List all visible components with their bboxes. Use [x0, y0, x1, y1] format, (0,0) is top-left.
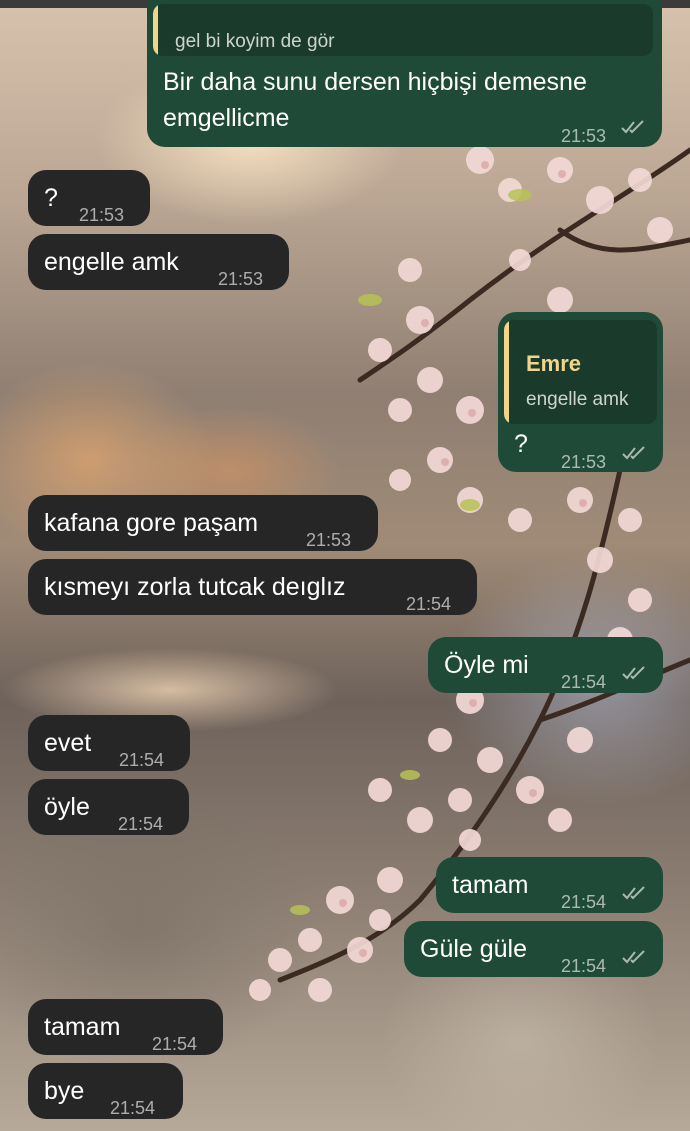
quote-accent-bar	[504, 320, 509, 424]
message-text: tamam	[44, 1013, 121, 1041]
message-incoming[interactable]: bye 21:54	[28, 1063, 183, 1119]
message-time: 21:54	[119, 750, 165, 770]
message-time: 21:53	[218, 269, 264, 289]
message-time: 21:54	[110, 1098, 156, 1118]
message-text: öyle	[44, 793, 90, 821]
message-time: 21:54	[561, 672, 607, 692]
reply-quote[interactable]: Emre engelle amk	[504, 320, 657, 424]
message-incoming[interactable]: evet 21:54	[28, 715, 190, 771]
message-text: kısmeyı zorla tutcak deıglız	[44, 573, 346, 601]
message-incoming[interactable]: kısmeyı zorla tutcak deıglız 21:54	[28, 559, 477, 615]
message-incoming[interactable]: ? 21:53	[28, 170, 150, 226]
message-time: 21:54	[561, 956, 607, 976]
double-check-icon	[622, 886, 645, 900]
message-incoming[interactable]: öyle 21:54	[28, 779, 189, 835]
message-text: ?	[514, 430, 528, 458]
message-text: Güle güle	[420, 935, 528, 963]
message-time: 21:54	[561, 892, 607, 912]
message-text: tamam	[452, 871, 529, 899]
message-incoming[interactable]: kafana gore paşam 21:53	[28, 495, 378, 551]
reply-quote[interactable]: gel bi koyim de gör	[153, 4, 653, 56]
message-time: 21:53	[79, 205, 125, 225]
message-time: 21:54	[406, 594, 452, 614]
message-text: ?	[44, 184, 58, 212]
double-check-icon	[621, 120, 644, 134]
message-outgoing[interactable]: Öyle mi 21:54	[428, 637, 663, 693]
quote-author: Emre	[526, 351, 582, 376]
message-text: bye	[44, 1077, 85, 1105]
message-time: 21:53	[306, 530, 352, 550]
double-check-icon	[622, 666, 645, 680]
double-check-icon	[622, 950, 645, 964]
message-time: 21:54	[118, 814, 164, 834]
double-check-icon	[622, 446, 645, 460]
message-outgoing[interactable]: Emre engelle amk ? 21:53	[498, 312, 663, 472]
message-time: 21:53	[561, 126, 607, 146]
quote-text: gel bi koyim de gör	[175, 31, 335, 52]
message-text: engelle amk	[44, 248, 179, 276]
message-text: kafana gore paşam	[44, 509, 259, 537]
message-time: 21:54	[152, 1034, 198, 1054]
message-outgoing[interactable]: Güle güle 21:54	[404, 921, 663, 977]
message-time: 21:53	[561, 452, 607, 472]
quote-text: engelle amk	[526, 389, 629, 410]
message-outgoing[interactable]: tamam 21:54	[436, 857, 663, 913]
message-incoming[interactable]: tamam 21:54	[28, 999, 223, 1055]
message-text: evet	[44, 729, 92, 757]
message-text: Öyle mi	[444, 651, 529, 679]
message-incoming[interactable]: engelle amk 21:53	[28, 234, 289, 290]
message-outgoing[interactable]: gel bi koyim de gör Bir daha sunu dersen…	[147, 0, 662, 147]
quote-accent-bar	[153, 4, 158, 56]
